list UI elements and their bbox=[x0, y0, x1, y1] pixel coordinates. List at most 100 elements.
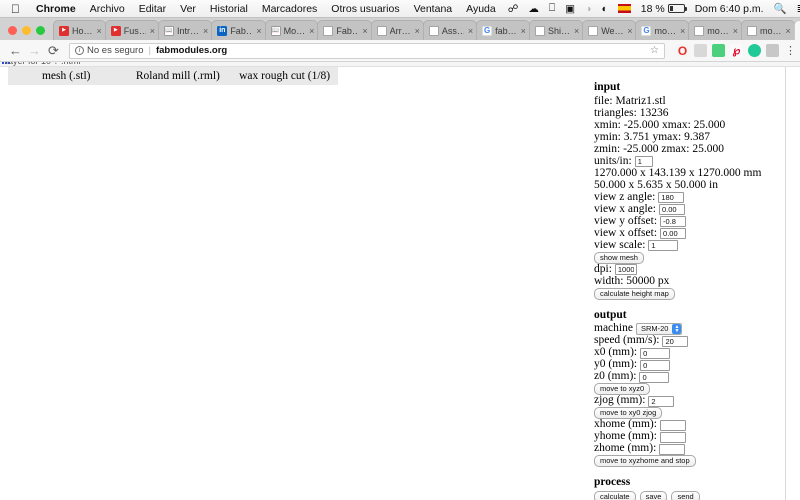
machine-select[interactable]: SRM-20 ▲ ▼ bbox=[635, 323, 683, 335]
close-tab-icon[interactable]: × bbox=[256, 26, 261, 36]
units-input[interactable] bbox=[634, 156, 653, 167]
close-tab-icon[interactable]: × bbox=[468, 26, 473, 36]
reload-icon[interactable]: ⟳ bbox=[44, 43, 63, 59]
browser-tab[interactable]: Shi… × bbox=[528, 20, 584, 40]
pinterest-icon[interactable]: ℘ bbox=[730, 44, 743, 57]
clock[interactable]: Dom 6:40 p.m. bbox=[690, 3, 769, 15]
forward-arrow-icon[interactable]: → bbox=[25, 43, 44, 58]
browser-tab[interactable]: We… × bbox=[582, 20, 637, 40]
grammarly-icon[interactable] bbox=[748, 44, 761, 57]
view-scale-input[interactable] bbox=[648, 240, 679, 251]
menu-item-historial[interactable]: Historial bbox=[203, 3, 255, 15]
close-tab-icon[interactable]: × bbox=[97, 26, 102, 36]
menu-item-marcadores[interactable]: Marcadores bbox=[255, 3, 324, 15]
pocket-icon[interactable] bbox=[766, 44, 779, 57]
browser-tab-active[interactable]: Fab…× bbox=[793, 20, 800, 40]
close-tab-icon[interactable]: × bbox=[733, 26, 738, 36]
window-controls[interactable] bbox=[0, 26, 53, 40]
search-icon[interactable]: 🔍 bbox=[769, 2, 792, 15]
save-button[interactable]: save bbox=[639, 490, 668, 500]
process-buttons-row: calculate save send bbox=[594, 490, 784, 500]
spain-flag-icon[interactable] bbox=[613, 4, 636, 13]
show-mesh-button[interactable]: show mesh bbox=[594, 251, 644, 264]
chrome-menu-icon[interactable]: ⋮ bbox=[785, 44, 796, 57]
close-tab-icon[interactable]: × bbox=[627, 26, 632, 36]
menu-item-chrome[interactable]: Chrome bbox=[29, 3, 83, 15]
browser-tab[interactable]: Fab… × bbox=[317, 20, 372, 40]
green-extension-icon[interactable] bbox=[712, 44, 725, 57]
close-tab-icon[interactable]: × bbox=[362, 26, 367, 36]
size-mm-text: 1270.000 x 143.139 x 1270.000 mm bbox=[594, 166, 762, 179]
cloud-icon[interactable]: ☁ bbox=[523, 3, 544, 15]
site-info-icon[interactable]: i bbox=[75, 46, 84, 55]
airplay-icon[interactable]: ⎕ bbox=[544, 2, 560, 15]
browser-tab[interactable]: mo… × bbox=[635, 20, 690, 40]
zjog-input[interactable] bbox=[648, 395, 675, 407]
xhome-input[interactable] bbox=[659, 419, 686, 431]
opera-icon[interactable]: O bbox=[676, 44, 689, 57]
browser-tab[interactable]: Ass… × bbox=[422, 20, 478, 40]
menu-item-otros-usuarios[interactable]: Otros usuarios bbox=[324, 3, 406, 15]
menu-item-ayuda[interactable]: Ayuda bbox=[459, 3, 503, 15]
browser-tab[interactable]: mo… × bbox=[688, 20, 743, 40]
z0-input[interactable] bbox=[639, 371, 670, 383]
view-z-angle-input[interactable] bbox=[658, 192, 685, 203]
close-tab-icon[interactable]: × bbox=[574, 26, 579, 36]
apple-icon[interactable]:  bbox=[11, 3, 20, 15]
view-x-angle-input[interactable] bbox=[658, 204, 685, 215]
grey-extension-icon[interactable] bbox=[694, 44, 707, 57]
close-tab-icon[interactable]: × bbox=[521, 26, 526, 36]
screen-recorder-icon[interactable]: ▣ bbox=[560, 3, 580, 15]
notification-center-icon[interactable]: ≣ bbox=[792, 3, 800, 15]
close-tab-icon[interactable]: × bbox=[415, 26, 420, 36]
calculate-button[interactable]: calculate bbox=[594, 490, 636, 500]
tab-label: Arr… bbox=[389, 25, 411, 36]
browser-tab[interactable]: Arr… × bbox=[370, 20, 424, 40]
menu-item-archivo[interactable]: Archivo bbox=[83, 3, 132, 15]
wifi-icon[interactable]: ◐ bbox=[596, 3, 612, 15]
maximize-window-button[interactable] bbox=[36, 26, 45, 35]
close-tab-icon[interactable]: × bbox=[680, 26, 685, 36]
move-to-xyzhome-and-stop-button[interactable]: move to xyzhome and stop bbox=[594, 455, 696, 467]
browser-tab[interactable]: Fab… × bbox=[211, 20, 266, 40]
zhome-input[interactable] bbox=[659, 443, 686, 455]
browser-tab[interactable]: Mo…× bbox=[264, 20, 319, 40]
view-x-offset-input[interactable] bbox=[660, 228, 687, 239]
browser-tab[interactable]: Fus… × bbox=[104, 20, 160, 40]
address-bar[interactable]: i No es seguro | fabmodules.org ☆ bbox=[69, 42, 665, 59]
send-button[interactable]: send bbox=[671, 490, 700, 500]
calculate-height-map-button[interactable]: calculate height map bbox=[594, 287, 675, 300]
menu-item-ver[interactable]: Ver bbox=[173, 3, 203, 15]
browser-tab[interactable]: Intr…× bbox=[158, 20, 213, 40]
y0-input[interactable] bbox=[640, 359, 671, 371]
menu-item-editar[interactable]: Editar bbox=[132, 3, 173, 15]
move-to-xy0-zjog-button[interactable]: move to xy0 zjog bbox=[594, 407, 663, 419]
bookmark-item-label[interactable]: layer for 10 ? .html bbox=[6, 62, 81, 66]
view-y-offset-input[interactable] bbox=[660, 216, 687, 227]
browser-tab[interactable]: Ho… × bbox=[53, 20, 106, 40]
battery-status[interactable]: 18 % bbox=[636, 3, 690, 15]
close-tab-icon[interactable]: × bbox=[203, 26, 208, 36]
view-z-angle-row: view z angle: bbox=[594, 191, 784, 204]
close-tab-icon[interactable]: × bbox=[150, 26, 155, 36]
input-format-button[interactable]: mesh (.stl) bbox=[8, 70, 124, 82]
close-tab-icon[interactable]: × bbox=[309, 26, 314, 36]
menu-item-ventana[interactable]: Ventana bbox=[407, 3, 460, 15]
close-tab-icon[interactable]: × bbox=[786, 26, 791, 36]
minimize-window-button[interactable] bbox=[22, 26, 31, 35]
output-format-button[interactable]: Roland mill (.rml) bbox=[124, 70, 231, 82]
bookmark-star-icon[interactable]: ☆ bbox=[650, 45, 659, 56]
dropbox-icon[interactable]: ☍ bbox=[503, 3, 524, 15]
browser-tab[interactable]: fab… × bbox=[476, 20, 530, 40]
x0-input[interactable] bbox=[640, 347, 671, 359]
back-arrow-icon[interactable]: ← bbox=[6, 43, 25, 58]
close-window-button[interactable] bbox=[8, 26, 17, 35]
do-not-disturb-icon[interactable]: ◑ bbox=[580, 3, 596, 15]
yhome-input[interactable] bbox=[659, 431, 686, 443]
speed-input[interactable] bbox=[662, 335, 689, 347]
browser-tab[interactable]: mo… × bbox=[741, 20, 795, 40]
dpi-input[interactable] bbox=[614, 264, 637, 275]
google-favicon-icon bbox=[482, 25, 493, 36]
move-to-xyz0-button[interactable]: move to xyz0 bbox=[594, 383, 651, 395]
process-type-button[interactable]: wax rough cut (1/8) bbox=[231, 70, 338, 82]
